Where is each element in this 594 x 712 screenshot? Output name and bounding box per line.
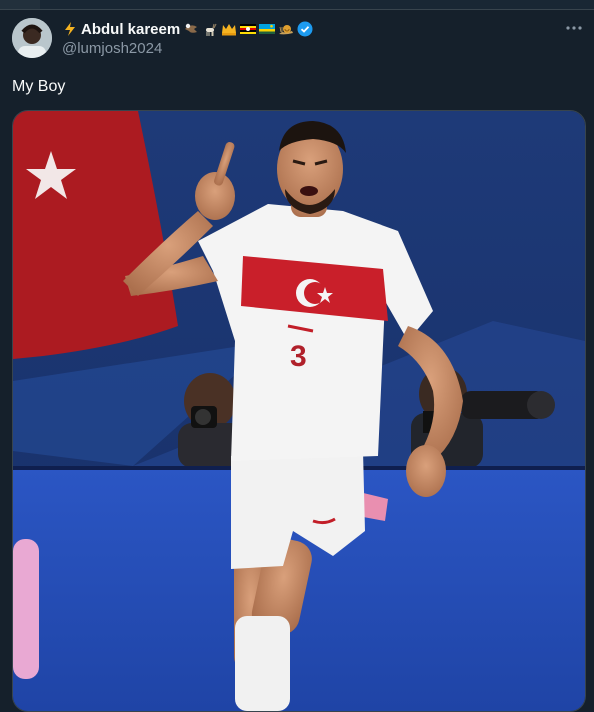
lightning-icon	[65, 22, 75, 36]
avatar[interactable]	[12, 18, 52, 58]
display-name[interactable]: Abdul kareem	[81, 21, 180, 38]
top-bar	[0, 0, 594, 10]
crown-icon	[222, 24, 237, 36]
more-icon	[566, 26, 582, 30]
author-name-row[interactable]: Abdul kareem	[62, 19, 313, 39]
goat-icon	[206, 23, 217, 36]
post-image[interactable]: 3	[12, 110, 586, 712]
snail-icon	[279, 25, 294, 35]
author-handle[interactable]: @lumjosh2024	[62, 40, 162, 57]
more-options-button[interactable]	[560, 18, 588, 38]
rwanda-flag-icon	[259, 24, 276, 34]
top-tab[interactable]	[0, 0, 40, 9]
uganda-flag-icon	[240, 24, 257, 34]
jersey-number: 3	[290, 340, 307, 373]
verified-badge-icon[interactable]	[297, 21, 313, 37]
post-text: My Boy	[12, 78, 66, 95]
eagle-icon	[185, 23, 198, 33]
